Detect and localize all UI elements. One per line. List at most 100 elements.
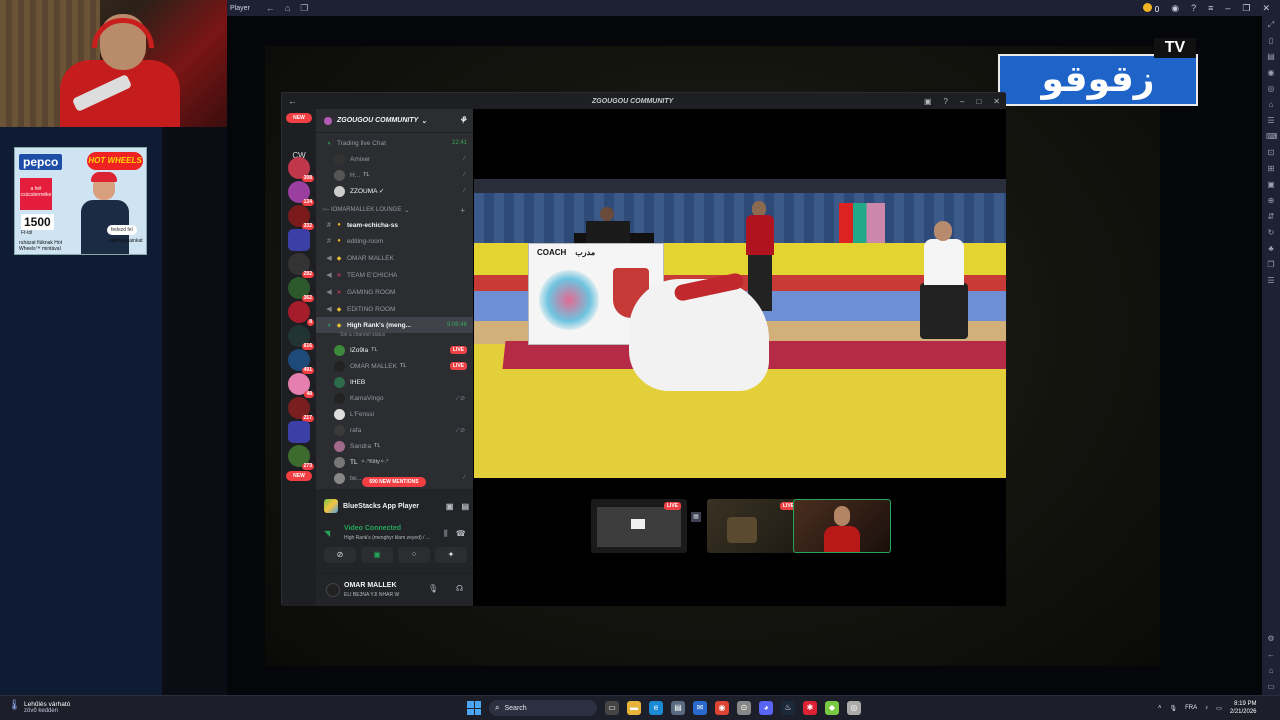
advertisement[interactable]: pepco HOT WHEELS a hét csúcsterméke 1500… [14, 147, 147, 255]
home-icon[interactable]: ⌂ [1266, 666, 1276, 676]
inbox-icon[interactable]: ▣ [924, 97, 932, 106]
camera-off-button[interactable]: ⊘ [324, 547, 356, 563]
app-icon[interactable]: ▤ [671, 701, 685, 715]
recent-apps-icon[interactable]: ▭ [1266, 682, 1276, 692]
gallery-icon[interactable]: ▣ [1266, 180, 1276, 190]
minimize-icon[interactable]: – [1225, 3, 1230, 13]
discord-icon[interactable]: ◕ [759, 701, 773, 715]
category-header[interactable]: ○‒ IOMARMALLEK LOUNGE ⌄ + [316, 203, 473, 217]
bluestacks-icon[interactable]: ◆ [825, 701, 839, 715]
media-icon[interactable]: ◉ [1266, 68, 1276, 78]
new-pill[interactable]: NEW [286, 113, 312, 123]
screen-share-button[interactable]: ▣ [361, 547, 393, 563]
new-mentions-pill[interactable]: 690 NEW MENTIONS [362, 477, 426, 487]
volume-icon[interactable]: ♪ [1205, 705, 1208, 711]
add-channel-icon[interactable]: + [460, 206, 465, 215]
tabs-icon[interactable]: ❐ [300, 3, 308, 14]
close-icon[interactable]: ✕ [993, 97, 1000, 106]
expand-icon[interactable]: ⤢ [1266, 20, 1276, 30]
help-icon[interactable]: ? [1191, 3, 1196, 13]
chevron-up-icon[interactable]: ˄ [1158, 705, 1162, 711]
voice-channel[interactable]: ◀ ✕ TEAM E'CHICHA [316, 267, 473, 283]
stop-stream-icon[interactable]: ▤ [461, 502, 469, 511]
server-header[interactable]: ZGOUGOU COMMUNITY ⌄ ⚘ [316, 109, 473, 133]
task-view-icon[interactable]: ▭ [605, 701, 619, 715]
back-arrow-icon[interactable]: ← [288, 96, 297, 106]
folder-icon[interactable] [288, 229, 310, 251]
shake-icon[interactable]: ⇵ [1266, 212, 1276, 222]
voice-channel[interactable]: ◀ ◆ OMAR MALLEK [316, 250, 473, 266]
headphones-icon[interactable]: ☊ [456, 584, 463, 593]
avatar[interactable] [326, 583, 340, 597]
steam-icon[interactable]: ♨ [781, 701, 795, 715]
screen-share-icon[interactable]: ▣ [446, 502, 454, 511]
server-icon[interactable]: 48 [288, 373, 314, 398]
stream-thumbnail[interactable]: LIVE [591, 499, 687, 553]
camera-icon[interactable]: ⊞ [1266, 164, 1276, 174]
menu-icon[interactable]: ≡ [1208, 3, 1213, 13]
coin-balance[interactable]: 0 [1142, 2, 1159, 14]
voice-user[interactable]: Amixer ⁄ [334, 151, 473, 167]
server-icon[interactable]: 491 [288, 349, 314, 374]
screenshot-icon[interactable]: ⊡ [1266, 148, 1276, 158]
maximize-icon[interactable]: □ [976, 97, 981, 106]
server-icon[interactable]: 217 [288, 397, 314, 422]
folder-icon[interactable] [288, 421, 310, 443]
set-channel-status[interactable]: Set a channel status [340, 332, 385, 338]
language-indicator[interactable]: FRA [1185, 705, 1197, 711]
app-icon[interactable]: ✱ [803, 701, 817, 715]
server-icon[interactable]: 292 [288, 253, 314, 278]
start-button[interactable] [467, 701, 481, 715]
instance-icon[interactable]: ❐ [1266, 260, 1276, 270]
search-box[interactable]: ⌕ Search [489, 700, 597, 716]
home-icon[interactable]: ⌂ [285, 3, 290, 14]
main-stream-video[interactable]: COACH مدرب [474, 179, 1006, 478]
file-explorer-icon[interactable]: ▬ [627, 701, 641, 715]
noise-suppression-icon[interactable]: ⫼ [444, 529, 448, 539]
webcam-thumbnail[interactable] [793, 499, 891, 553]
server-icon[interactable]: 332 [288, 205, 314, 230]
voice-user[interactable]: IZo9la TL LIVE [334, 342, 473, 358]
voice-channel-trading[interactable]: ◖ Trading live Chat 22:41 [316, 135, 473, 151]
edge-icon[interactable]: e [649, 701, 663, 715]
voice-user[interactable]: IHEB [334, 374, 473, 390]
restore-icon[interactable]: ❐ [1242, 3, 1250, 14]
server-icon[interactable]: 8 [288, 301, 314, 326]
connection-label[interactable]: Video Connected [344, 525, 401, 532]
app-icon[interactable]: ⊙ [737, 701, 751, 715]
microphone-icon[interactable]: 🎙 [1170, 705, 1178, 712]
voice-user[interactable]: L'Fenssi [334, 406, 473, 422]
active-voice-channel[interactable]: ◖ ◆ High Rank's (meng... 9:06:46 [316, 317, 473, 333]
voice-user[interactable]: KamaVingo ⁄ ⊘ [334, 390, 473, 406]
back-icon[interactable]: ← [1266, 650, 1276, 660]
rotate-icon[interactable]: ↻ [1266, 228, 1276, 238]
server-icon[interactable]: 362 [288, 277, 314, 302]
activities-button[interactable]: ⁘ [398, 547, 430, 563]
new-pill[interactable]: NEW [286, 471, 312, 481]
voice-user[interactable]: TL ✧˖°Kitty✧˖° [334, 454, 473, 470]
voice-channel[interactable]: ◀ ✕ GAMING ROOM [316, 284, 473, 300]
back-icon[interactable]: ← [266, 3, 275, 14]
ad-cta-button[interactable]: fedezd fel [107, 225, 137, 235]
text-channel[interactable]: # ● team-echicha-ss [316, 217, 473, 233]
phone-icon[interactable]: ▯ [1266, 36, 1276, 46]
minimize-icon[interactable]: – [960, 97, 964, 106]
server-icon[interactable]: 308 [288, 157, 314, 182]
app-icon[interactable]: ◎ [847, 701, 861, 715]
close-icon[interactable]: ✕ [1262, 3, 1270, 14]
macro-icon[interactable]: ☰ [1266, 116, 1276, 126]
voice-user[interactable]: rafa ⁄ ⊘ [334, 422, 473, 438]
mail-icon[interactable]: ✉ [693, 701, 707, 715]
layers-icon[interactable]: ☰ [1266, 276, 1276, 286]
eco-icon[interactable]: ♣ [1266, 244, 1276, 254]
location-icon[interactable]: ⊕ [1266, 196, 1276, 206]
boost-icon[interactable]: ⚘ [459, 115, 467, 126]
record-icon[interactable]: ◎ [1266, 84, 1276, 94]
stream-toggle-icon[interactable]: ▦ [691, 512, 701, 522]
controls-icon[interactable]: ⌂ [1266, 100, 1276, 110]
voice-channel[interactable]: ◀ ◆ EDITING ROOM [316, 301, 473, 317]
chrome-icon[interactable]: ◉ [715, 701, 729, 715]
microphone-icon[interactable]: 🎙 [428, 584, 438, 593]
clock[interactable]: 8:19 PM 2/21/2026 [1230, 700, 1257, 716]
server-icon[interactable]: 273 [288, 445, 314, 470]
